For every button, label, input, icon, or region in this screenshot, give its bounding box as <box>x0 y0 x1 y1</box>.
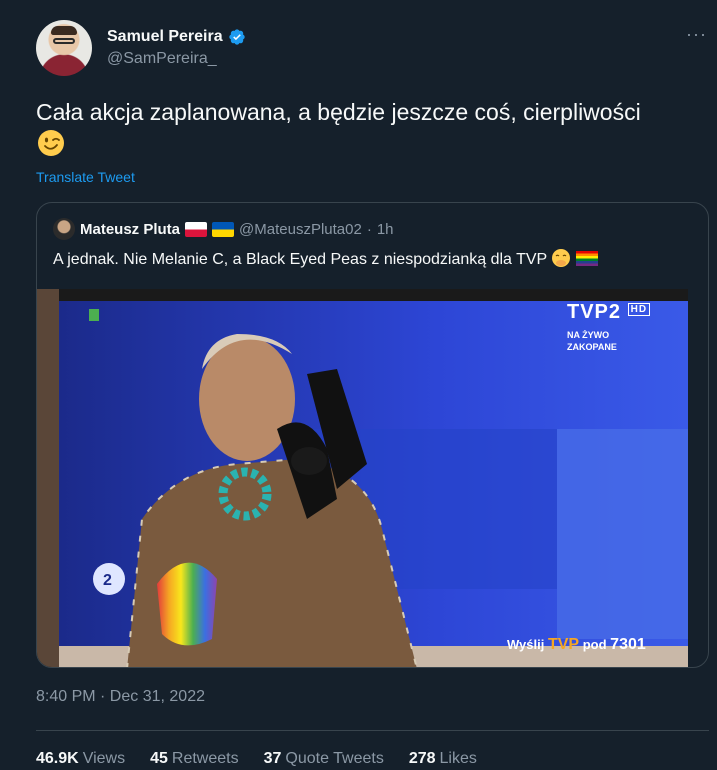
ukraine-flag-emoji <box>212 221 235 237</box>
author-display-name[interactable]: Samuel Pereira <box>107 28 223 46</box>
quoted-tweet-header: Mateusz Pluta @MateuszPluta02 · 1h <box>53 217 394 241</box>
stat-value[interactable]: 45 <box>150 750 168 768</box>
more-options-icon[interactable]: ··· <box>686 24 707 45</box>
stat-label[interactable]: Likes <box>440 750 477 768</box>
quoted-author-handle[interactable]: @MateuszPluta02 <box>239 221 362 238</box>
poland-flag-emoji <box>185 221 208 237</box>
quoted-video[interactable]: 2 TVP2 HD NA ŻYWO ZAKOPANE Wyślij TVP po… <box>37 289 688 667</box>
stat-value[interactable]: 37 <box>264 750 282 768</box>
tweet-text-content: Cała akcja zaplanowana, a będzie jeszcze… <box>36 99 641 125</box>
tweet-stats: 46.9K Views 45 Retweets 37 Quote Tweets … <box>36 750 477 768</box>
sms-number: 7301 <box>610 636 646 653</box>
quoted-time[interactable]: 1h <box>377 221 394 238</box>
live-label: NA ŻYWO ZAKOPANE <box>567 329 617 353</box>
sms-word: pod <box>582 637 607 652</box>
tweet-header: Samuel Pereira @SamPereira_ ··· <box>36 20 717 78</box>
stat-label[interactable]: Quote Tweets <box>285 750 383 768</box>
winking-face-emoji <box>38 130 64 156</box>
quoted-author-display-name[interactable]: Mateusz Pluta <box>80 221 180 238</box>
quoted-tweet[interactable]: Mateusz Pluta @MateuszPluta02 · 1h A jed… <box>36 202 709 668</box>
live-line-2: ZAKOPANE <box>567 342 617 352</box>
verified-badge-icon <box>228 29 245 45</box>
translate-tweet-link[interactable]: Translate Tweet <box>36 169 135 185</box>
channel-logo: TVP2 HD <box>567 301 651 324</box>
live-line-1: NA ŻYWO <box>567 330 610 340</box>
rainbow-flag-emoji <box>575 251 598 266</box>
sms-banner: Wyślij TVP pod 7301 <box>507 636 646 654</box>
hd-badge: HD <box>627 303 651 316</box>
author-names: Samuel Pereira @SamPereira_ <box>107 26 246 68</box>
stat-label: Views <box>82 750 126 767</box>
stat-views: 46.9K Views <box>36 750 125 768</box>
stat-value[interactable]: 278 <box>409 750 436 768</box>
tweet-timestamp[interactable]: 8:40 PM · Dec 31, 2022 <box>36 688 205 706</box>
avatar-glasses <box>53 38 75 44</box>
author-handle[interactable]: @SamPereira_ <box>107 50 246 68</box>
author-avatar[interactable] <box>36 20 92 76</box>
tweet-text: Cała akcja zaplanowana, a będzie jeszcze… <box>36 96 676 161</box>
quoted-author-avatar[interactable] <box>53 218 75 240</box>
stat-likes[interactable]: 278 Likes <box>409 750 477 768</box>
sms-brand: TVP <box>547 636 580 653</box>
display-name-row: Samuel Pereira <box>107 26 246 48</box>
stat-retweets[interactable]: 45 Retweets <box>150 750 239 768</box>
sms-prefix: Wyślij <box>507 637 545 652</box>
svg-text:2: 2 <box>103 572 112 589</box>
quoted-tweet-text: A jednak. Nie Melanie C, a Black Eyed Pe… <box>53 248 598 271</box>
channel-logo-text: TVP2 <box>567 301 622 323</box>
face-with-hand-over-mouth-emoji <box>552 249 571 267</box>
quoted-separator: · <box>366 220 372 238</box>
tweet-detail: Samuel Pereira @SamPereira_ ··· Cała akc… <box>0 0 717 770</box>
stat-value: 46.9K <box>36 750 79 767</box>
divider <box>36 730 709 731</box>
avatar-hair <box>51 26 77 35</box>
stat-quote-tweets[interactable]: 37 Quote Tweets <box>264 750 384 768</box>
quoted-text-content: A jednak. Nie Melanie C, a Black Eyed Pe… <box>53 251 547 268</box>
stat-label[interactable]: Retweets <box>172 750 239 768</box>
